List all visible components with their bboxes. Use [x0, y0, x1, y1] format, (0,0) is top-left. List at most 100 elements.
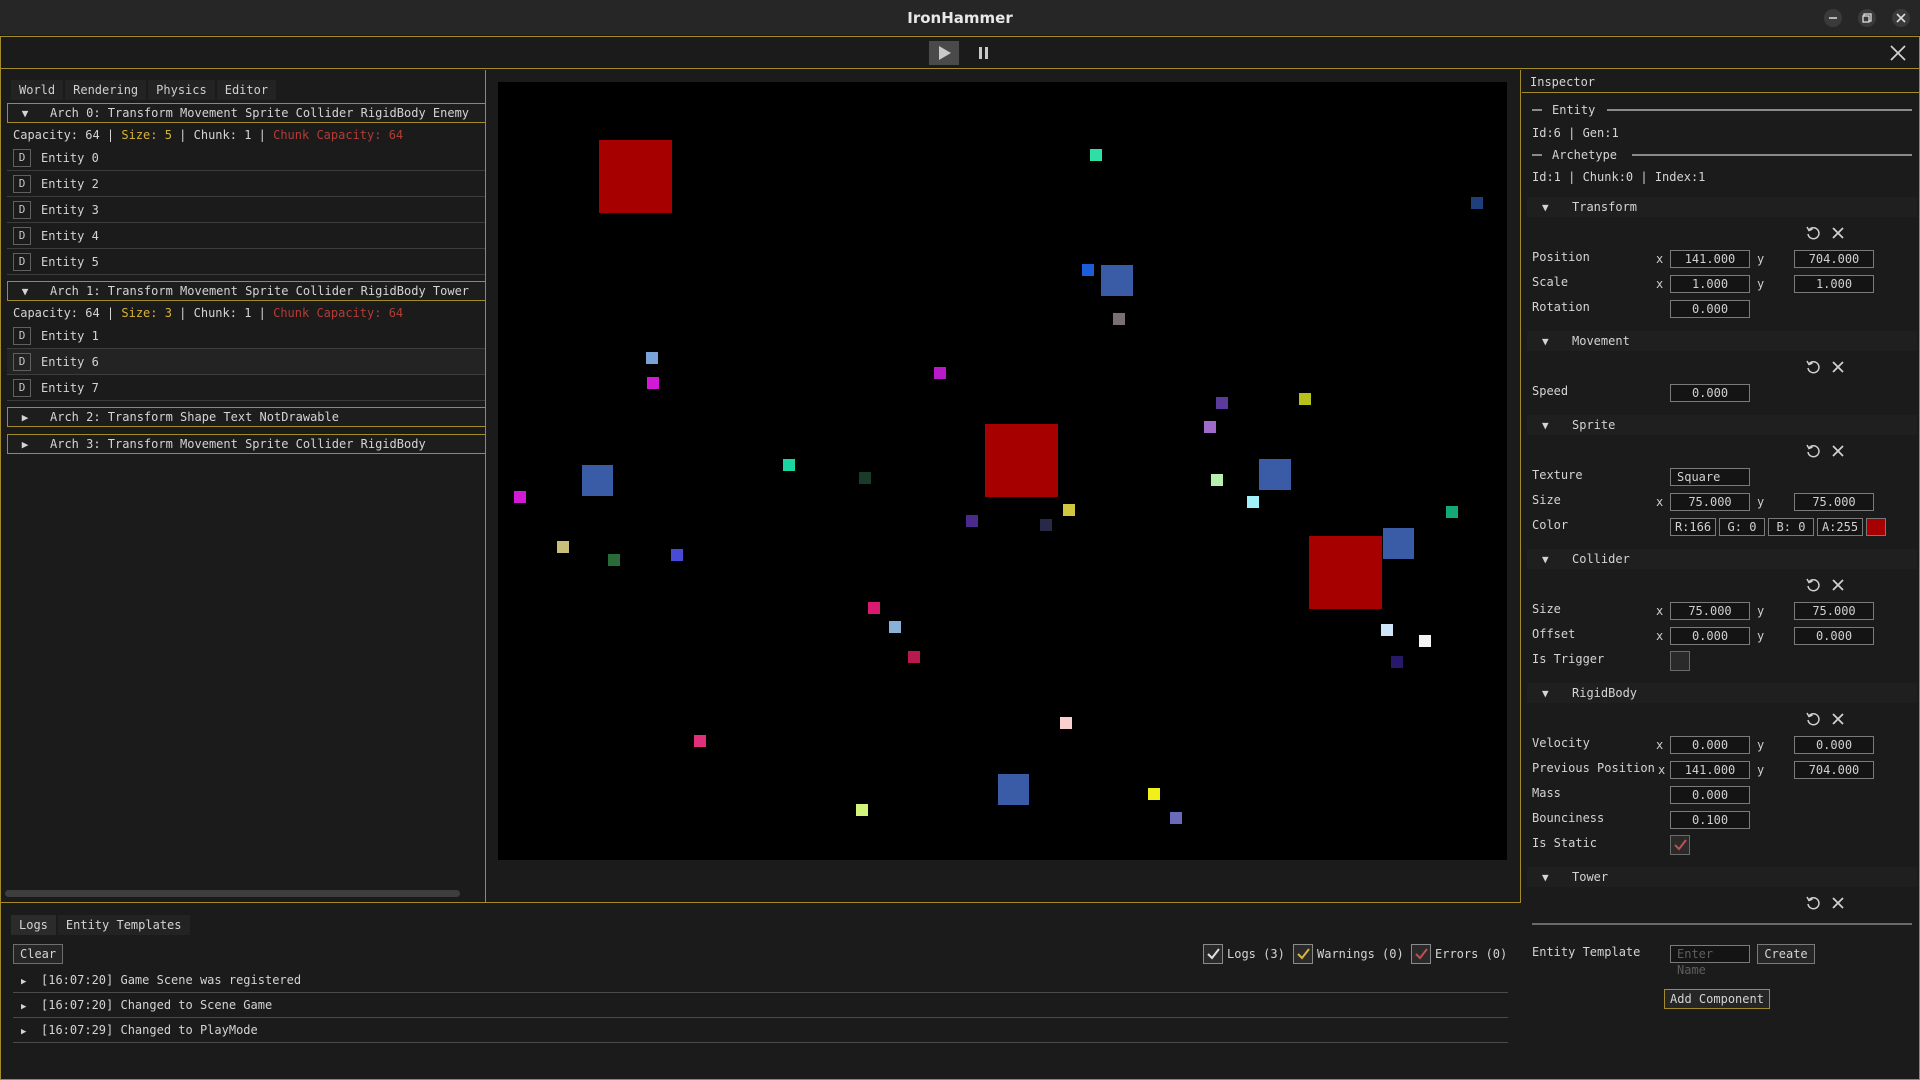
rigidbody-header[interactable]: ▼ RigidBody: [1527, 683, 1917, 703]
bounciness-field[interactable]: 0.100: [1670, 811, 1750, 829]
delete-entity-button[interactable]: D: [13, 227, 31, 245]
color-g-field[interactable]: G: 0: [1719, 518, 1765, 536]
rotation-field[interactable]: 0.000: [1670, 300, 1750, 318]
speed-field[interactable]: 0.000: [1670, 384, 1750, 402]
collider-header[interactable]: ▼ Collider: [1527, 549, 1917, 569]
entity-row[interactable]: D Entity 5: [7, 249, 485, 275]
remove-component-button[interactable]: [1829, 442, 1847, 460]
particle-square: [868, 602, 880, 614]
color-swatch[interactable]: [1866, 518, 1886, 536]
tab-logs[interactable]: Logs: [11, 915, 56, 935]
scale-x-field[interactable]: 1.000: [1670, 275, 1750, 293]
reset-component-button[interactable]: [1804, 894, 1822, 912]
close-editor-button[interactable]: [1885, 40, 1911, 66]
previous-position-x-field[interactable]: 141.000: [1670, 761, 1750, 779]
archetype-header[interactable]: ▶ Arch 3: Transform Movement Sprite Colli…: [7, 434, 485, 454]
delete-entity-button[interactable]: D: [13, 201, 31, 219]
archetype-header[interactable]: ▼ Arch 0: Transform Movement Sprite Colli…: [7, 103, 485, 123]
sprite-header[interactable]: ▼ Sprite: [1527, 415, 1917, 435]
logs-checkbox[interactable]: [1203, 944, 1223, 964]
color-r-field[interactable]: R:166: [1670, 518, 1716, 536]
entity-row[interactable]: D Entity 1: [7, 323, 485, 349]
play-button[interactable]: [929, 41, 959, 65]
offset-x-field[interactable]: 0.000: [1670, 627, 1750, 645]
transform-header[interactable]: ▼ Transform: [1527, 197, 1917, 217]
clear-logs-button[interactable]: Clear: [13, 944, 64, 964]
mass-field[interactable]: 0.000: [1670, 786, 1750, 804]
is-static-checkbox[interactable]: [1670, 835, 1690, 855]
collider-size-y-field[interactable]: 75.000: [1794, 602, 1874, 620]
entity-row[interactable]: D Entity 7: [7, 375, 485, 401]
expand-arrow-icon: ▶: [21, 977, 27, 987]
filter-warnings[interactable]: Warnings (0): [1293, 944, 1404, 964]
size-x-field[interactable]: 75.000: [1670, 493, 1750, 511]
tab-physics[interactable]: Physics: [148, 80, 215, 100]
entity-row[interactable]: D Entity 4: [7, 223, 485, 249]
archetype-header[interactable]: ▶ Arch 2: Transform Shape Text NotDrawabl…: [7, 407, 485, 427]
color-b-field[interactable]: B: 0: [1768, 518, 1814, 536]
entity-row[interactable]: D Entity 3: [7, 197, 485, 223]
position-y-field[interactable]: 704.000: [1794, 250, 1874, 268]
reset-component-button[interactable]: [1804, 710, 1822, 728]
archetype-header[interactable]: ▼ Arch 1: Transform Movement Sprite Colli…: [7, 281, 485, 301]
position-x-field[interactable]: 141.000: [1670, 250, 1750, 268]
template-name-input[interactable]: Enter Name: [1670, 945, 1750, 977]
tower-header[interactable]: ▼ Tower: [1527, 867, 1917, 887]
delete-entity-button[interactable]: D: [13, 327, 31, 345]
close-window-button[interactable]: [1892, 9, 1910, 27]
scene-canvas[interactable]: [498, 82, 1507, 860]
tab-rendering[interactable]: Rendering: [65, 80, 147, 100]
reset-component-button[interactable]: [1804, 358, 1822, 376]
entity-row[interactable]: D Entity 0: [7, 145, 485, 171]
log-entry[interactable]: ▶ [16:07:20] Changed to Scene Game: [13, 993, 1508, 1018]
reset-component-button[interactable]: [1804, 442, 1822, 460]
close-icon: [1832, 227, 1844, 239]
delete-entity-button[interactable]: D: [13, 175, 31, 193]
color-a-field[interactable]: A:255: [1817, 518, 1863, 536]
maximize-button[interactable]: [1858, 9, 1876, 27]
offset-y-field[interactable]: 0.000: [1794, 627, 1874, 645]
scale-y-field[interactable]: 1.000: [1794, 275, 1874, 293]
remove-component-button[interactable]: [1829, 358, 1847, 376]
reset-component-button[interactable]: [1804, 576, 1822, 594]
add-component-button[interactable]: Add Component: [1664, 989, 1770, 1009]
errors-checkbox[interactable]: [1411, 944, 1431, 964]
rotation-label: Rotation: [1532, 300, 1590, 314]
tower-square: [582, 465, 613, 496]
delete-entity-button[interactable]: D: [13, 379, 31, 397]
tab-entity-templates[interactable]: Entity Templates: [57, 915, 190, 935]
entity-row[interactable]: D Entity 2: [7, 171, 485, 197]
create-template-button[interactable]: Create: [1757, 944, 1815, 964]
component-name: Sprite: [1572, 418, 1616, 432]
entity-row-selected[interactable]: D Entity 6: [7, 349, 485, 375]
velocity-y-field[interactable]: 0.000: [1794, 736, 1874, 754]
log-entry[interactable]: ▶ [16:07:20] Game Scene was registered: [13, 968, 1508, 993]
previous-position-y-field[interactable]: 704.000: [1794, 761, 1874, 779]
collider-size-x-field[interactable]: 75.000: [1670, 602, 1750, 620]
remove-component-button[interactable]: [1829, 710, 1847, 728]
particle-square: [1391, 656, 1403, 668]
filter-logs[interactable]: Logs (3): [1203, 944, 1285, 964]
horizontal-scrollbar[interactable]: [5, 890, 460, 897]
tab-editor[interactable]: Editor: [216, 80, 277, 100]
filter-errors[interactable]: Errors (0): [1411, 944, 1507, 964]
size-y-field[interactable]: 75.000: [1794, 493, 1874, 511]
remove-component-button[interactable]: [1829, 894, 1847, 912]
minimize-button[interactable]: [1824, 9, 1842, 27]
delete-entity-button[interactable]: D: [13, 149, 31, 167]
delete-entity-button[interactable]: D: [13, 353, 31, 371]
remove-component-button[interactable]: [1829, 224, 1847, 242]
movement-header[interactable]: ▼ Movement: [1527, 331, 1917, 351]
is-trigger-checkbox[interactable]: [1670, 651, 1690, 671]
play-icon: [939, 46, 951, 60]
log-entry[interactable]: ▶ [16:07:29] Changed to PlayMode: [13, 1018, 1508, 1043]
tab-world[interactable]: World: [11, 80, 64, 100]
delete-entity-button[interactable]: D: [13, 253, 31, 271]
remove-component-button[interactable]: [1829, 576, 1847, 594]
velocity-x-field[interactable]: 0.000: [1670, 736, 1750, 754]
pause-button[interactable]: [969, 41, 999, 65]
collapse-arrow-icon: ▼: [1542, 687, 1549, 700]
texture-field[interactable]: Square: [1670, 468, 1750, 486]
warnings-checkbox[interactable]: [1293, 944, 1313, 964]
reset-component-button[interactable]: [1804, 224, 1822, 242]
